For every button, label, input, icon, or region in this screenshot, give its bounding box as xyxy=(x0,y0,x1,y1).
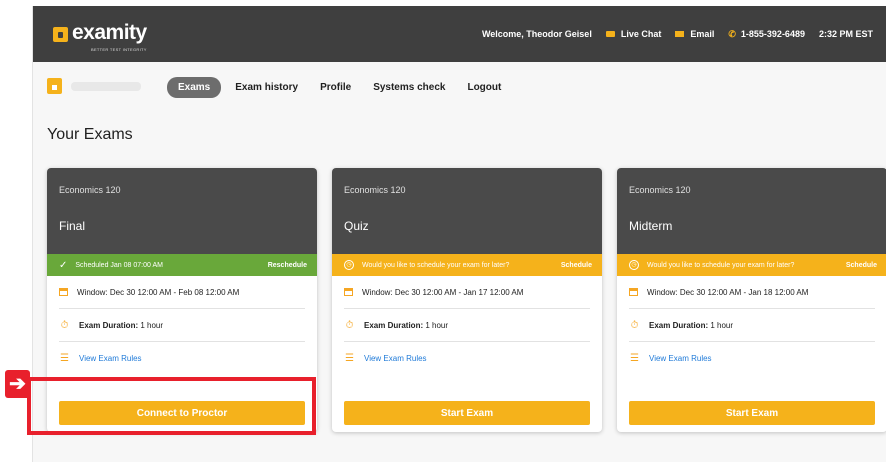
reschedule-link[interactable]: Reschedule xyxy=(268,262,307,269)
status-bar-schedule-prompt: ◷ Would you like to schedule your exam f… xyxy=(332,254,602,276)
clock-time: 2:32 PM EST xyxy=(818,29,873,39)
exam-rules-row: ☰ View Exam Rules xyxy=(629,342,875,374)
exam-rules-row: ☰ View Exam Rules xyxy=(59,342,305,374)
card-header: Economics 120 Final xyxy=(47,168,317,254)
exam-window: Window: Dec 30 12:00 AM - Feb 08 12:00 A… xyxy=(77,287,240,297)
email-label: Email xyxy=(690,29,715,39)
status-text: Scheduled Jan 08 07:00 AM xyxy=(75,261,163,269)
mail-icon xyxy=(675,31,685,37)
nav-item-systems-check[interactable]: Systems check xyxy=(373,82,445,93)
exam-duration-row: ⏱ Exam Duration: 1 hour xyxy=(59,309,305,342)
logo-text: examity xyxy=(72,21,147,44)
live-chat-link[interactable]: Live Chat xyxy=(605,29,662,39)
duration-value: 1 hour xyxy=(710,320,734,330)
nav-item-exam-history[interactable]: Exam history xyxy=(235,82,298,93)
schedule-link[interactable]: Schedule xyxy=(846,262,877,269)
list-icon: ☰ xyxy=(630,352,639,364)
stopwatch-icon: ⏱ xyxy=(345,319,354,331)
exam-window: Window: Dec 30 12:00 AM - Jan 17 12:00 A… xyxy=(362,287,524,297)
calendar-icon xyxy=(59,288,68,296)
nav-item-profile[interactable]: Profile xyxy=(320,82,351,93)
clock-icon: ◷ xyxy=(344,260,354,270)
institution-name-blurred xyxy=(71,82,141,91)
card-header: Economics 120 Midterm xyxy=(617,168,886,254)
nav-item-exams[interactable]: Exams xyxy=(167,77,222,98)
exam-duration-row: ⏱ Exam Duration: 1 hour xyxy=(344,309,590,342)
start-exam-button[interactable]: Start Exam xyxy=(344,401,590,425)
phone-number: 1-855-392-6489 xyxy=(740,29,805,39)
view-exam-rules-link[interactable]: View Exam Rules xyxy=(364,354,427,363)
exam-name: Final xyxy=(59,219,86,233)
check-icon: ✓ xyxy=(59,259,68,271)
live-chat-label: Live Chat xyxy=(620,29,662,39)
exam-card-quiz: Economics 120 Quiz ◷ Would you like to s… xyxy=(332,168,602,432)
calendar-icon xyxy=(344,288,353,296)
duration-label: Exam Duration: xyxy=(79,320,139,330)
calendar-icon xyxy=(629,288,638,296)
status-bar-scheduled: ✓ Scheduled Jan 08 07:00 AM Reschedule xyxy=(47,254,317,276)
page-title: Your Exams xyxy=(47,126,133,143)
email-link[interactable]: Email xyxy=(675,29,714,39)
stopwatch-icon: ⏱ xyxy=(630,319,639,331)
exam-card-midterm: Economics 120 Midterm ◷ Would you like t… xyxy=(617,168,886,432)
chat-icon xyxy=(605,31,615,37)
view-exam-rules-link[interactable]: View Exam Rules xyxy=(649,354,712,363)
main-nav: Exams Exam history Profile Systems check… xyxy=(33,62,886,114)
list-icon: ☰ xyxy=(345,352,354,364)
exam-window-row: Window: Dec 30 12:00 AM - Jan 18 12:00 A… xyxy=(629,276,875,309)
arrow-right-icon: ➔ xyxy=(5,370,30,398)
course-name: Economics 120 xyxy=(59,185,121,195)
course-name: Economics 120 xyxy=(344,185,406,195)
list-icon: ☰ xyxy=(60,352,69,364)
top-bar-info: Welcome, Theodor Geisel Live Chat Email … xyxy=(468,6,873,62)
nav-item-logout[interactable]: Logout xyxy=(467,82,501,93)
highlight-box xyxy=(27,377,316,435)
duration-label: Exam Duration: xyxy=(649,320,709,330)
status-bar-schedule-prompt: ◷ Would you like to schedule your exam f… xyxy=(617,254,886,276)
duration-label: Exam Duration: xyxy=(364,320,424,330)
lock-icon xyxy=(53,27,68,42)
duration-value: 1 hour xyxy=(140,320,164,330)
duration-value: 1 hour xyxy=(425,320,449,330)
phone-link[interactable]: ✆ 1-855-392-6489 xyxy=(728,29,805,40)
logo-tagline: BETTER TEST INTEGRITY xyxy=(91,47,147,52)
exam-rules-row: ☰ View Exam Rules xyxy=(344,342,590,374)
phone-icon: ✆ xyxy=(728,28,736,39)
examity-logo[interactable]: examity BETTER TEST INTEGRITY xyxy=(53,21,147,52)
status-text: Would you like to schedule your exam for… xyxy=(362,261,510,269)
view-exam-rules-link[interactable]: View Exam Rules xyxy=(79,354,142,363)
lock-icon xyxy=(47,78,62,94)
exam-name: Midterm xyxy=(629,219,673,233)
top-bar: examity BETTER TEST INTEGRITY Welcome, T… xyxy=(33,6,886,62)
exam-duration-row: ⏱ Exam Duration: 1 hour xyxy=(629,309,875,342)
status-text: Would you like to schedule your exam for… xyxy=(647,261,795,269)
course-name: Economics 120 xyxy=(629,185,691,195)
stopwatch-icon: ⏱ xyxy=(60,319,69,331)
start-exam-button[interactable]: Start Exam xyxy=(629,401,875,425)
exam-window-row: Window: Dec 30 12:00 AM - Feb 08 12:00 A… xyxy=(59,276,305,309)
schedule-link[interactable]: Schedule xyxy=(561,262,592,269)
exam-window-row: Window: Dec 30 12:00 AM - Jan 17 12:00 A… xyxy=(344,276,590,309)
exam-window: Window: Dec 30 12:00 AM - Jan 18 12:00 A… xyxy=(647,287,809,297)
clock-icon: ◷ xyxy=(629,260,639,270)
exam-name: Quiz xyxy=(344,219,369,233)
card-header: Economics 120 Quiz xyxy=(332,168,602,254)
welcome-text: Welcome, Theodor Geisel xyxy=(481,29,592,39)
